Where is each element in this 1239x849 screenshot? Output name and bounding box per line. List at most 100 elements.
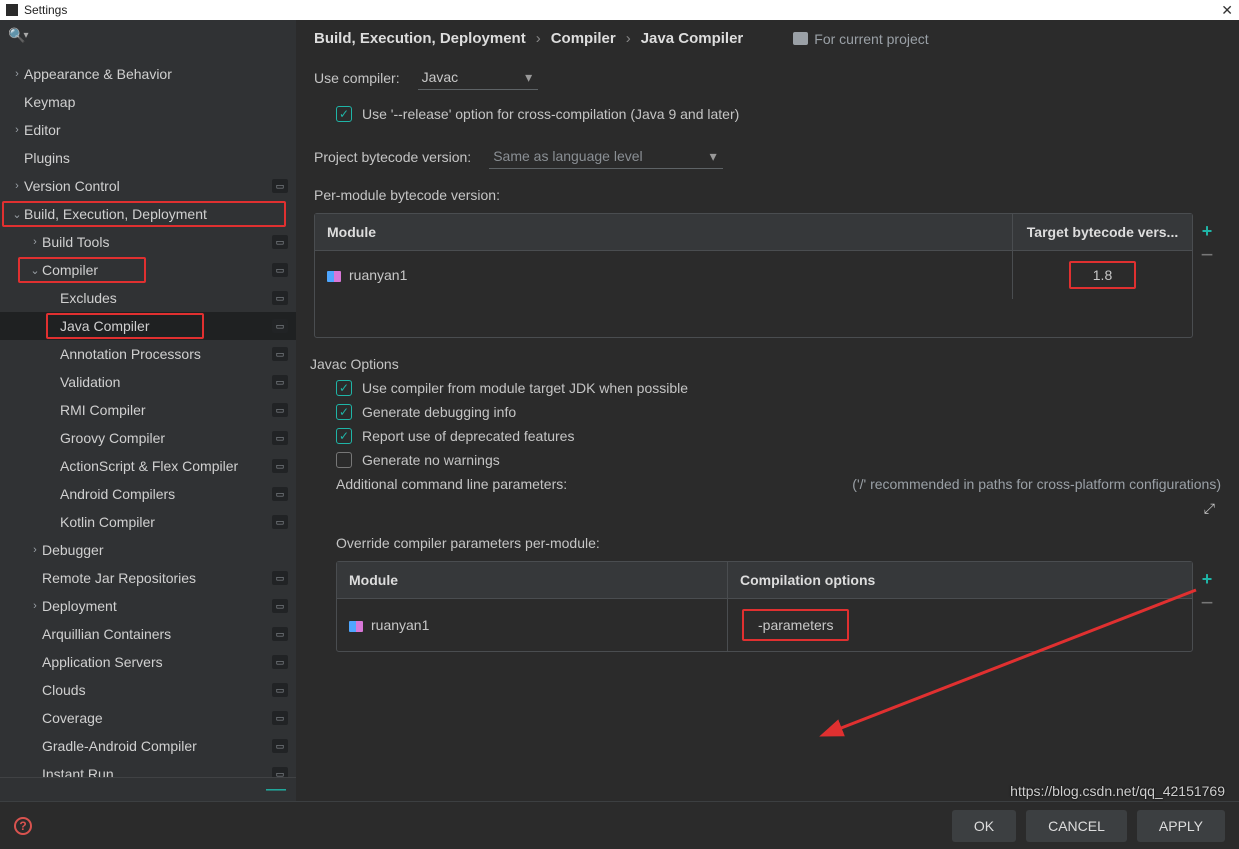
dialog-footer: ? OK CANCEL APPLY bbox=[0, 801, 1239, 849]
project-badge-icon: ▭ bbox=[272, 235, 288, 249]
sidebar-item-annotation-processors[interactable]: Annotation Processors▭ bbox=[0, 340, 296, 368]
sidebar-item-application-servers[interactable]: Application Servers▭ bbox=[0, 648, 296, 676]
sidebar-item-kotlin-compiler[interactable]: Kotlin Compiler▭ bbox=[0, 508, 296, 536]
add-module-button[interactable]: + bbox=[1202, 221, 1213, 242]
sidebar-item-groovy-compiler[interactable]: Groovy Compiler▭ bbox=[0, 424, 296, 452]
breadcrumb: Build, Execution, Deployment› Compiler› … bbox=[314, 30, 1221, 47]
sidebar-item-android-compilers[interactable]: Android Compilers▭ bbox=[0, 480, 296, 508]
add-params-label: Additional command line parameters: bbox=[336, 476, 567, 492]
sidebar-item-plugins[interactable]: Plugins bbox=[0, 144, 296, 172]
option-label-0: Use compiler from module target JDK when… bbox=[362, 380, 688, 396]
sidebar-item-coverage[interactable]: Coverage▭ bbox=[0, 704, 296, 732]
sidebar-item-instant-run[interactable]: Instant Run▭ bbox=[0, 760, 296, 777]
target-value[interactable]: 1.8 bbox=[1069, 261, 1136, 289]
window-title: Settings bbox=[24, 3, 67, 17]
project-badge-icon: ▭ bbox=[272, 403, 288, 417]
sidebar-item-build-execution-deployment[interactable]: ⌄Build, Execution, Deployment bbox=[0, 200, 296, 228]
project-badge-icon: ▭ bbox=[272, 599, 288, 613]
option-label-2: Report use of deprecated features bbox=[362, 428, 574, 444]
override-table: Module Compilation options ruanyan1 -par… bbox=[336, 561, 1193, 652]
sidebar-item-deployment[interactable]: ›Deployment▭ bbox=[0, 592, 296, 620]
sidebar-item-validation[interactable]: Validation▭ bbox=[0, 368, 296, 396]
search-input[interactable]: 🔍▾ bbox=[0, 20, 296, 50]
use-compiler-select[interactable]: Javac bbox=[418, 65, 539, 90]
project-badge-icon: ▭ bbox=[272, 627, 288, 641]
release-checkbox[interactable]: ✓ bbox=[336, 106, 352, 122]
help-icon[interactable]: ? bbox=[14, 817, 32, 835]
add-override-button[interactable]: + bbox=[1202, 569, 1213, 590]
option-label-1: Generate debugging info bbox=[362, 404, 516, 420]
chevron-icon: ⌄ bbox=[10, 208, 24, 221]
project-badge-icon: ▭ bbox=[272, 263, 288, 277]
sidebar-collapse[interactable]: — bbox=[0, 777, 296, 801]
chevron-icon: › bbox=[28, 236, 42, 248]
sidebar-item-debugger[interactable]: ›Debugger bbox=[0, 536, 296, 564]
project-badge-icon: ▭ bbox=[272, 711, 288, 725]
window-titlebar: Settings ✕ bbox=[0, 0, 1239, 20]
per-module-label: Per-module bytecode version: bbox=[314, 187, 1221, 203]
settings-tree: ›Appearance & BehaviorKeymap›EditorPlugi… bbox=[0, 50, 296, 777]
sidebar-item-java-compiler[interactable]: Java Compiler▭ bbox=[0, 312, 296, 340]
sidebar-item-keymap[interactable]: Keymap bbox=[0, 88, 296, 116]
chevron-icon: › bbox=[10, 124, 24, 136]
project-badge-icon: ▭ bbox=[272, 515, 288, 529]
table-row[interactable]: ruanyan1 -parameters bbox=[337, 598, 1192, 651]
sidebar-item-build-tools[interactable]: ›Build Tools▭ bbox=[0, 228, 296, 256]
project-badge-icon: ▭ bbox=[272, 739, 288, 753]
bytecode-table: Module Target bytecode vers... ruanyan1 … bbox=[314, 213, 1193, 338]
sidebar-item-excludes[interactable]: Excludes▭ bbox=[0, 284, 296, 312]
javac-options-legend: Javac Options bbox=[310, 356, 1221, 372]
release-label: Use '--release' option for cross-compila… bbox=[362, 106, 739, 122]
option-label-3: Generate no warnings bbox=[362, 452, 500, 468]
sidebar-item-version-control[interactable]: ›Version Control▭ bbox=[0, 172, 296, 200]
project-badge-icon: ▭ bbox=[272, 375, 288, 389]
crumb-2: Java Compiler bbox=[641, 30, 744, 47]
project-bytecode-label: Project bytecode version: bbox=[314, 149, 471, 165]
sidebar-item-editor[interactable]: ›Editor bbox=[0, 116, 296, 144]
sidebar-item-arquillian-containers[interactable]: Arquillian Containers▭ bbox=[0, 620, 296, 648]
crumb-1[interactable]: Compiler bbox=[551, 30, 616, 47]
chevron-icon: › bbox=[28, 544, 42, 556]
table-row[interactable]: ruanyan1 1.8 bbox=[315, 250, 1192, 299]
watermark: https://blog.csdn.net/qq_42151769 bbox=[1010, 783, 1225, 799]
apply-button[interactable]: APPLY bbox=[1137, 810, 1225, 842]
compilation-option[interactable]: -parameters bbox=[742, 609, 849, 641]
module-icon bbox=[349, 621, 363, 632]
sidebar-item-actionscript-flex-compiler[interactable]: ActionScript & Flex Compiler▭ bbox=[0, 452, 296, 480]
remove-module-button[interactable]: − bbox=[1201, 250, 1214, 260]
ok-button[interactable]: OK bbox=[952, 810, 1016, 842]
project-badge-icon: ▭ bbox=[272, 431, 288, 445]
sidebar-item-rmi-compiler[interactable]: RMI Compiler▭ bbox=[0, 396, 296, 424]
project-badge-icon: ▭ bbox=[272, 179, 288, 193]
col-options: Compilation options bbox=[727, 562, 1192, 598]
close-icon[interactable]: ✕ bbox=[1221, 2, 1233, 19]
project-badge-icon: ▭ bbox=[272, 571, 288, 585]
settings-sidebar: 🔍▾ ›Appearance & BehaviorKeymap›EditorPl… bbox=[0, 20, 296, 801]
sidebar-item-clouds[interactable]: Clouds▭ bbox=[0, 676, 296, 704]
cancel-button[interactable]: CANCEL bbox=[1026, 810, 1127, 842]
project-badge-icon: ▭ bbox=[272, 459, 288, 473]
sidebar-item-compiler[interactable]: ⌄Compiler▭ bbox=[0, 256, 296, 284]
option-checkbox-1[interactable]: ✓ bbox=[336, 404, 352, 420]
chevron-icon: › bbox=[10, 68, 24, 80]
remove-override-button[interactable]: − bbox=[1201, 598, 1214, 608]
sidebar-item-remote-jar-repositories[interactable]: Remote Jar Repositories▭ bbox=[0, 564, 296, 592]
module-icon bbox=[327, 271, 341, 282]
option-checkbox-0[interactable]: ✓ bbox=[336, 380, 352, 396]
project-bytecode-select[interactable]: Same as language level bbox=[489, 144, 722, 169]
project-badge-icon: ▭ bbox=[272, 347, 288, 361]
use-compiler-label: Use compiler: bbox=[314, 70, 400, 86]
col-module2: Module bbox=[337, 562, 727, 598]
chevron-icon: ⌄ bbox=[28, 264, 42, 277]
chevron-icon: › bbox=[28, 600, 42, 612]
col-module: Module bbox=[315, 214, 1012, 250]
project-badge-icon: ▭ bbox=[272, 487, 288, 501]
option-checkbox-3[interactable] bbox=[336, 452, 352, 468]
project-badge-icon: ▭ bbox=[272, 655, 288, 669]
crumb-0[interactable]: Build, Execution, Deployment bbox=[314, 30, 526, 47]
sidebar-item-gradle-android-compiler[interactable]: Gradle-Android Compiler▭ bbox=[0, 732, 296, 760]
sidebar-item-appearance-behavior[interactable]: ›Appearance & Behavior bbox=[0, 60, 296, 88]
expand-icon[interactable]: ⤢ bbox=[1204, 500, 1215, 517]
option-checkbox-2[interactable]: ✓ bbox=[336, 428, 352, 444]
project-badge-icon: ▭ bbox=[272, 291, 288, 305]
